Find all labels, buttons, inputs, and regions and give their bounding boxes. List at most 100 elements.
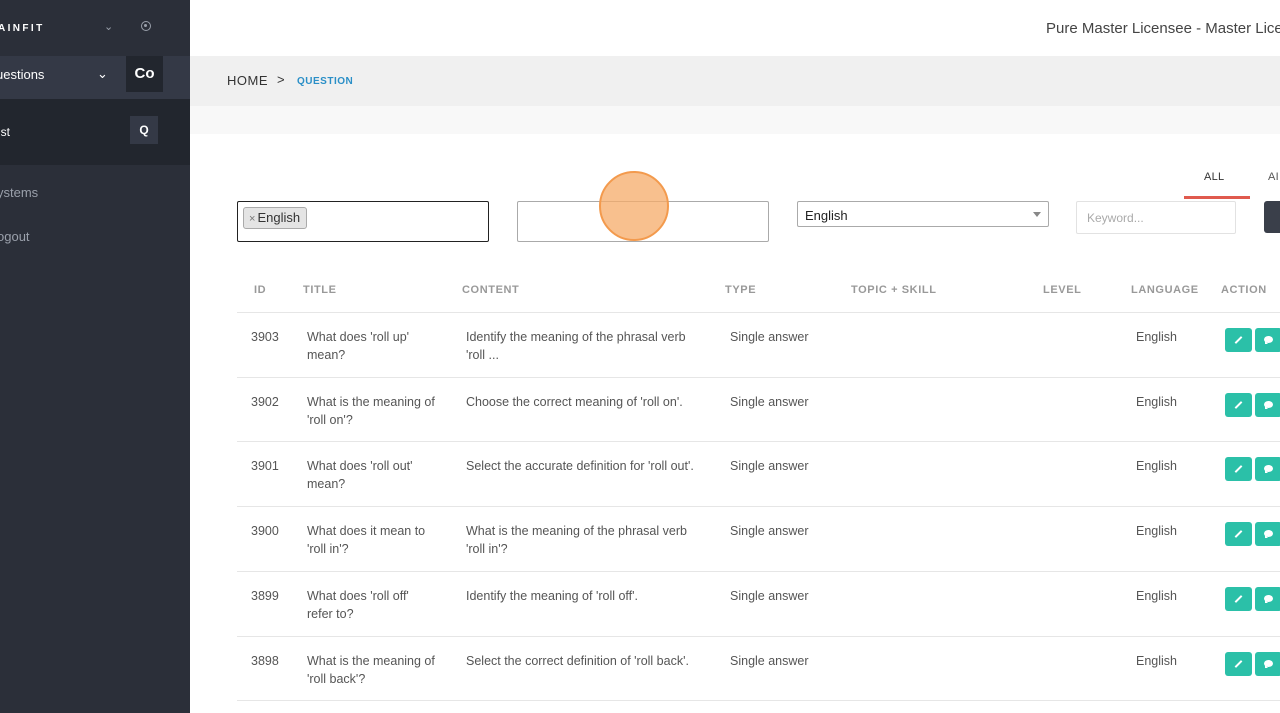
search-button[interactable] — [1264, 201, 1280, 233]
pencil-icon — [1234, 660, 1243, 668]
table-divider — [237, 700, 1280, 701]
breadcrumb-home[interactable]: HOME — [227, 73, 268, 88]
select-value: English — [805, 208, 848, 223]
comment-icon — [1264, 401, 1273, 409]
chevron-down-icon[interactable]: ⌄ — [104, 20, 113, 33]
brand-logo: AINFIT — [0, 23, 45, 34]
cell-title: What does 'roll off' refer to? — [307, 589, 409, 621]
sidebar-item-logout[interactable]: ogout — [0, 229, 30, 244]
language-select[interactable]: English — [797, 201, 1049, 227]
user-account-name[interactable]: Pure Master Licensee - Master Lice — [1046, 20, 1280, 37]
breadcrumb-current: QUESTION — [297, 76, 354, 87]
comment-icon — [1264, 660, 1273, 668]
table-row: 3900 What does it mean to 'roll in'? Wha… — [237, 506, 1280, 572]
table-row: 3902 What is the meaning of 'roll on'? C… — [237, 377, 1280, 443]
comment-button[interactable] — [1255, 393, 1280, 417]
comment-button[interactable] — [1255, 328, 1280, 352]
tag-label: English — [257, 210, 301, 225]
cell-language: English — [1136, 330, 1177, 344]
cell-id: 3903 — [251, 330, 279, 344]
comment-icon — [1264, 595, 1273, 603]
pencil-icon — [1234, 465, 1243, 473]
co-shortcut[interactable]: Co — [126, 56, 163, 92]
table-row: 3901 What does 'roll out' mean? Select t… — [237, 441, 1280, 507]
pencil-icon — [1234, 336, 1243, 344]
cell-content: Select the correct definition of 'roll b… — [466, 654, 689, 668]
edit-button[interactable] — [1225, 393, 1252, 417]
col-header-language: LANGUAGE — [1131, 284, 1199, 296]
cell-type: Single answer — [730, 524, 809, 538]
language-tag-input[interactable]: × English — [237, 201, 489, 242]
language-tag-chip: × English — [243, 207, 308, 229]
cell-id: 3898 — [251, 654, 279, 668]
cell-language: English — [1136, 395, 1177, 409]
comment-icon — [1264, 465, 1273, 473]
top-header: Pure Master Licensee - Master Lice — [190, 0, 1280, 56]
divider-strip — [190, 106, 1280, 134]
tab-second[interactable]: AI — [1268, 171, 1279, 183]
tab-all[interactable]: ALL — [1204, 171, 1224, 183]
cell-type: Single answer — [730, 654, 809, 668]
cell-id: 3899 — [251, 589, 279, 603]
col-header-topic-skill: TOPIC + SKILL — [851, 284, 937, 296]
cell-type: Single answer — [730, 459, 809, 473]
brand-bar: AINFIT ⌄ — [0, 0, 190, 56]
pencil-icon — [1234, 595, 1243, 603]
cell-title: What is the meaning of 'roll on'? — [307, 395, 435, 427]
breadcrumb: HOME > QUESTION — [190, 56, 1280, 106]
cell-title: What is the meaning of 'roll back'? — [307, 654, 435, 686]
cell-language: English — [1136, 459, 1177, 473]
cell-title: What does it mean to 'roll in'? — [307, 524, 426, 556]
cell-content: Select the accurate definition for 'roll… — [466, 459, 694, 473]
cell-content: What is the meaning of the phrasal verb … — [466, 524, 687, 556]
col-header-title: TITLE — [303, 284, 337, 296]
sidebar-item-label: ist — [0, 125, 10, 139]
table-row: 3903 What does 'roll up' mean? Identify … — [237, 312, 1280, 378]
edit-button[interactable] — [1225, 457, 1252, 481]
sidebar-item-systems[interactable]: ystems — [0, 185, 38, 200]
keyword-search-input[interactable] — [1076, 201, 1236, 234]
cell-title: What does 'roll up' mean? — [307, 330, 410, 362]
edit-button[interactable] — [1225, 522, 1252, 546]
comment-icon — [1264, 530, 1273, 538]
cell-id: 3902 — [251, 395, 279, 409]
sidebar-section-label: uestions — [0, 67, 45, 82]
q-shortcut[interactable]: Q — [130, 116, 158, 144]
cell-type: Single answer — [730, 330, 809, 344]
comment-button[interactable] — [1255, 522, 1280, 546]
breadcrumb-separator-icon: > — [277, 72, 285, 87]
col-header-action: ACTION — [1221, 284, 1267, 296]
col-header-id: ID — [254, 284, 267, 296]
table-row: 3898 What is the meaning of 'roll back'?… — [237, 636, 1280, 702]
col-header-level: LEVEL — [1043, 284, 1082, 296]
cell-content: Identify the meaning of 'roll off'. — [466, 589, 639, 603]
edit-button[interactable] — [1225, 328, 1252, 352]
cell-id: 3901 — [251, 459, 279, 473]
col-header-content: CONTENT — [462, 284, 520, 296]
settings-icon[interactable] — [141, 21, 151, 31]
dropdown-arrow-icon — [1033, 212, 1041, 217]
chevron-down-icon[interactable]: ⌄ — [97, 66, 108, 82]
comment-button[interactable] — [1255, 652, 1280, 676]
table-row: 3899 What does 'roll off' refer to? Iden… — [237, 571, 1280, 637]
cell-id: 3900 — [251, 524, 279, 538]
pencil-icon — [1234, 401, 1243, 409]
cell-language: English — [1136, 524, 1177, 538]
edit-button[interactable] — [1225, 587, 1252, 611]
cell-type: Single answer — [730, 395, 809, 409]
comment-button[interactable] — [1255, 457, 1280, 481]
sidebar-item-list[interactable]: ist Q — [0, 99, 190, 165]
sidebar-section-questions[interactable]: uestions ⌄ Co — [0, 56, 190, 99]
cell-title: What does 'roll out' mean? — [307, 459, 413, 491]
edit-button[interactable] — [1225, 652, 1252, 676]
comment-icon — [1264, 336, 1273, 344]
active-tab-indicator — [1184, 196, 1250, 199]
sidebar: AINFIT ⌄ uestions ⌄ Co ist Q ystems ogou… — [0, 0, 190, 713]
comment-button[interactable] — [1255, 587, 1280, 611]
click-indicator — [599, 171, 669, 241]
cell-content: Choose the correct meaning of 'roll on'. — [466, 395, 683, 409]
col-header-type: TYPE — [725, 284, 757, 296]
remove-tag-icon[interactable]: × — [249, 213, 255, 225]
cell-type: Single answer — [730, 589, 809, 603]
pencil-icon — [1234, 530, 1243, 538]
